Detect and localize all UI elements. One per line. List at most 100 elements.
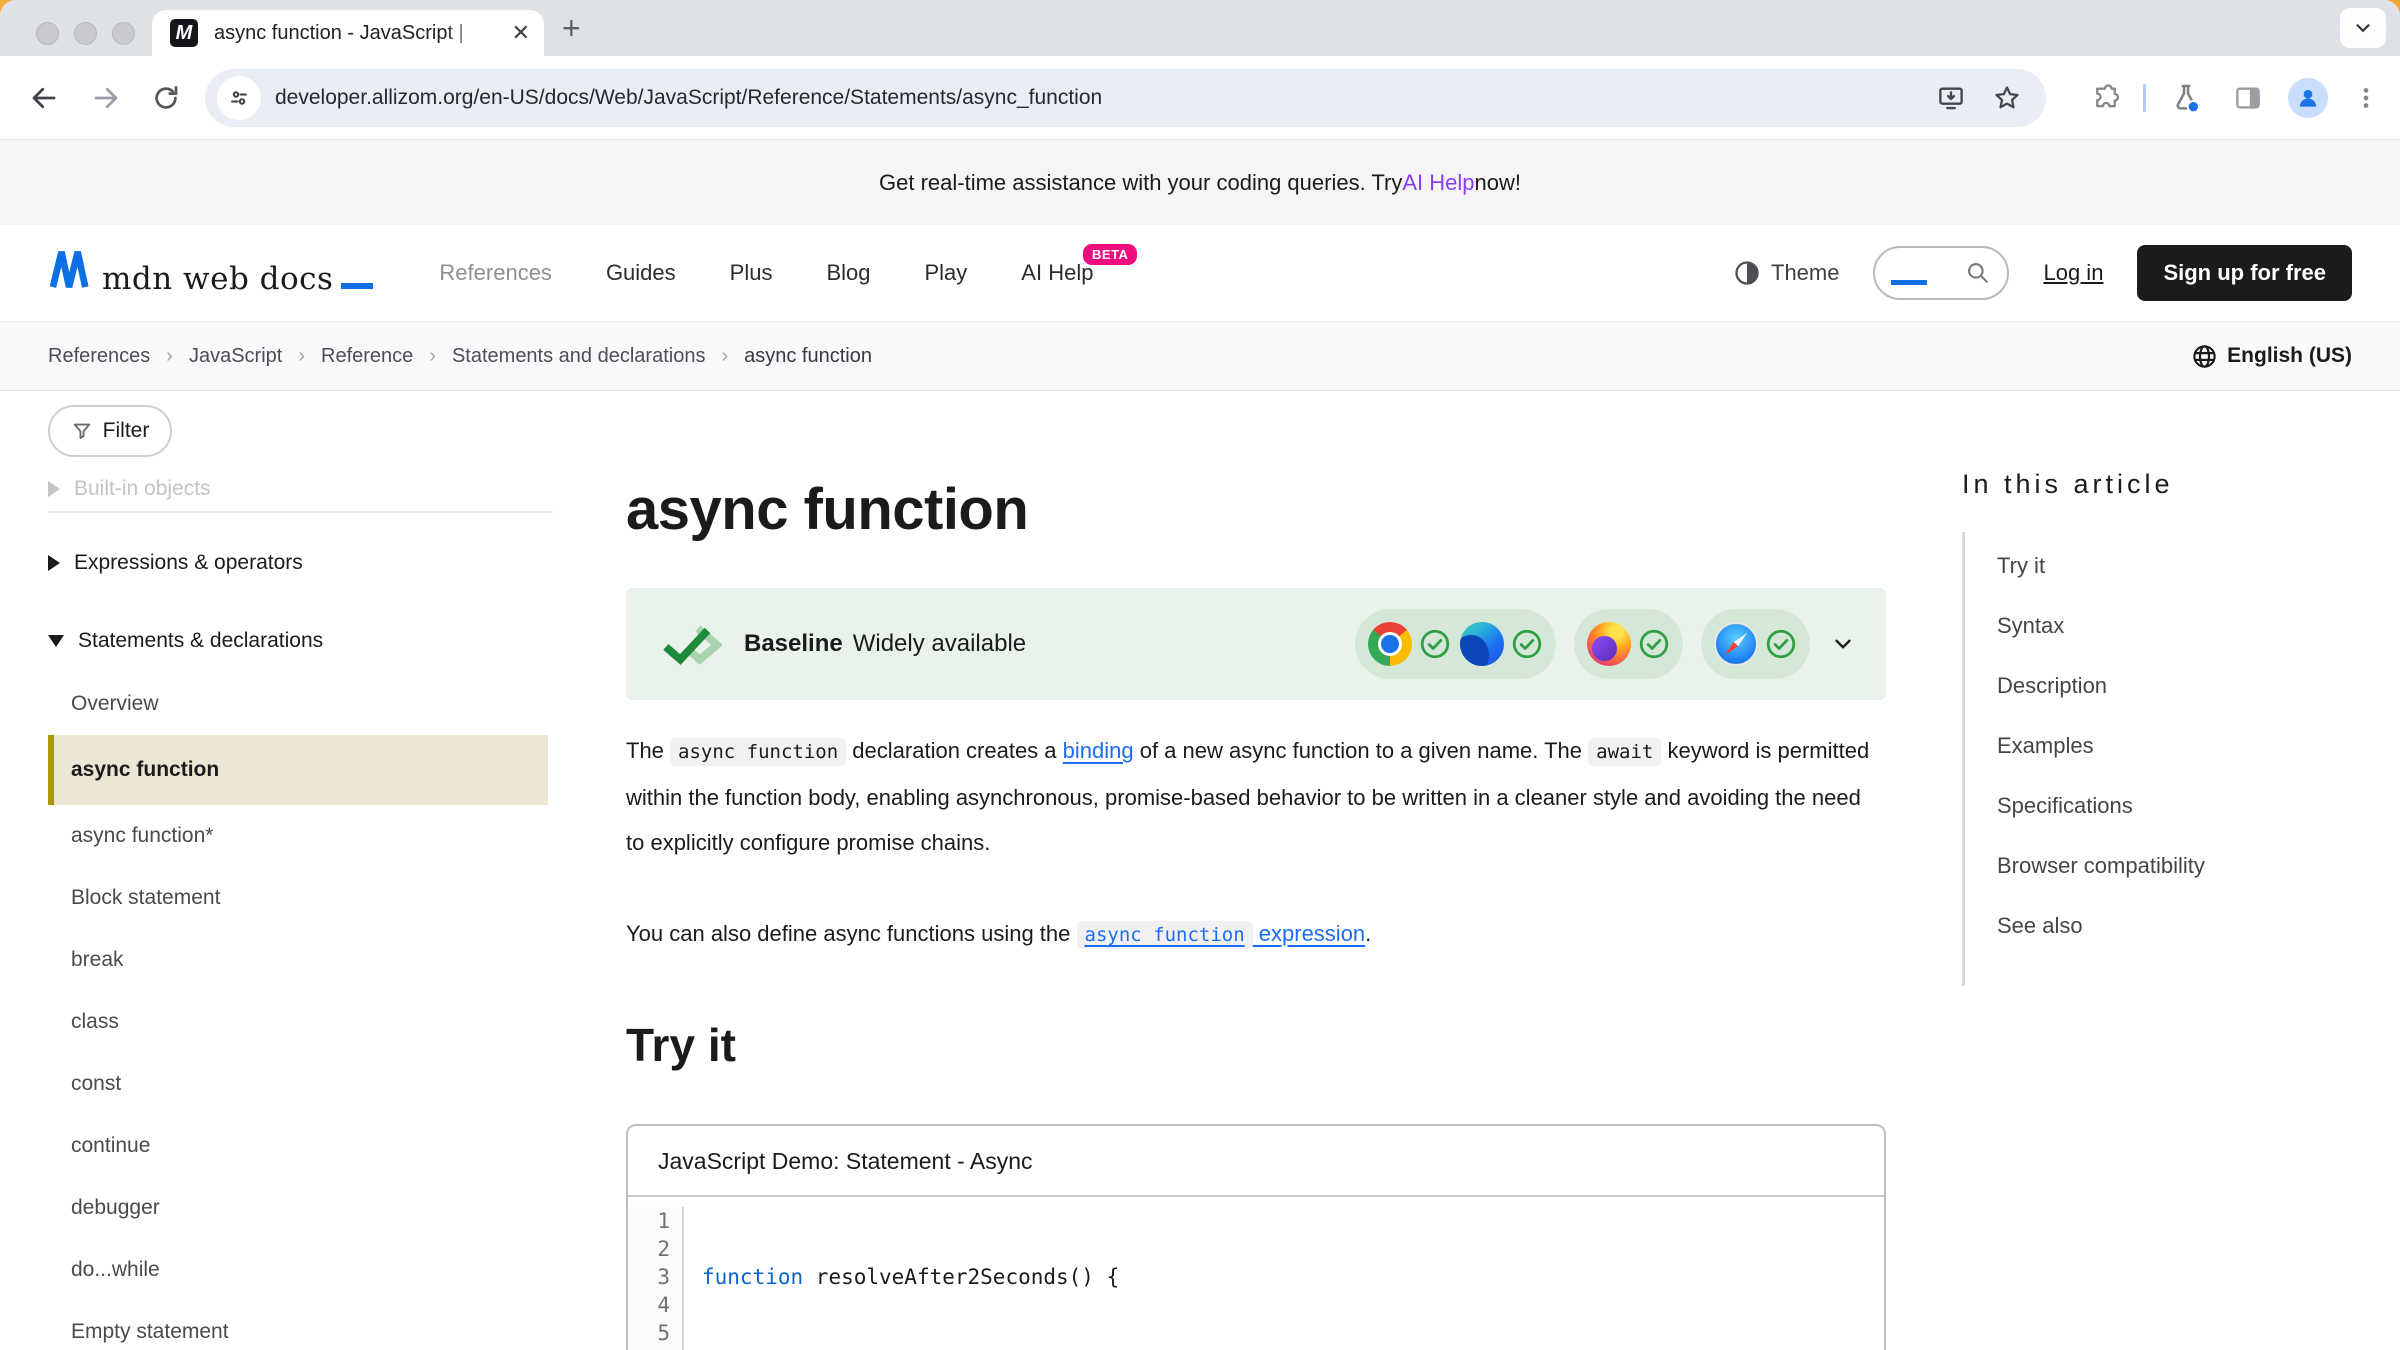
sidebar-item-debugger[interactable]: debugger	[48, 1177, 600, 1239]
sidebar-filter-button[interactable]: Filter	[48, 405, 172, 457]
sidebar-item-class[interactable]: class	[48, 991, 600, 1053]
reload-button[interactable]	[148, 80, 184, 116]
window-minimize-button[interactable]	[74, 22, 97, 45]
install-app-icon[interactable]	[1936, 83, 1966, 113]
window-zoom-button[interactable]	[112, 22, 135, 45]
edge-icon	[1460, 622, 1504, 666]
demo-title: JavaScript Demo: Statement - Async	[628, 1126, 1884, 1197]
forward-button[interactable]	[88, 80, 124, 116]
search-input[interactable]	[1873, 246, 2009, 300]
new-tab-button[interactable]: +	[562, 12, 581, 44]
code-editor[interactable]: 1 2 3 4 5 6 function resolveAfter2Second…	[628, 1197, 1884, 1350]
breadcrumb-bar: References › JavaScript › Reference › St…	[0, 321, 2400, 391]
chevron-down-icon	[2352, 17, 2374, 39]
sidebar-section-builtin-objects[interactable]: Built-in objects	[48, 469, 600, 509]
sidebar-section-expressions[interactable]: Expressions & operators	[48, 539, 600, 587]
toc-item-browser-compatibility[interactable]: Browser compatibility	[1997, 836, 2372, 896]
inline-code: await	[1588, 738, 1661, 766]
nav-plus[interactable]: Plus	[730, 260, 773, 286]
sidebar-item-const[interactable]: const	[48, 1053, 600, 1115]
toc-item-specifications[interactable]: Specifications	[1997, 776, 2372, 836]
ai-help-promo-link[interactable]: AI Help	[1402, 170, 1474, 196]
puzzle-icon	[2091, 83, 2121, 113]
sidebar-item-async-function-star[interactable]: async function*	[48, 805, 600, 867]
extensions-button[interactable]	[2088, 80, 2124, 116]
check-icon	[1419, 628, 1451, 660]
code-lines[interactable]: function resolveAfter2Seconds() { return…	[684, 1207, 1145, 1350]
nav-play[interactable]: Play	[925, 260, 968, 286]
toc-item-syntax[interactable]: Syntax	[1997, 596, 2372, 656]
mdn-logo[interactable]: mdn web docs	[48, 249, 373, 297]
url-text[interactable]: developer.allizom.org/en-US/docs/Web/Jav…	[275, 86, 1102, 110]
site-header: mdn web docs References Guides Plus Blog…	[0, 225, 2400, 321]
sidebar-item-continue[interactable]: continue	[48, 1115, 600, 1177]
binding-link[interactable]: binding	[1063, 738, 1134, 763]
chromium-support-pill	[1355, 609, 1556, 679]
back-button[interactable]	[26, 80, 62, 116]
forward-arrow-icon	[91, 83, 121, 113]
filter-funnel-icon	[71, 420, 93, 442]
toc-item-see-also[interactable]: See also	[1997, 896, 2372, 956]
back-arrow-icon	[29, 83, 59, 113]
tune-icon	[227, 86, 251, 110]
breadcrumb-references[interactable]: References	[48, 345, 150, 368]
async-function-expression-link[interactable]: async function expression	[1077, 921, 1366, 946]
toolbar-divider	[2143, 84, 2146, 112]
side-panel-button[interactable]	[2230, 80, 2266, 116]
tab-close-icon[interactable]: ✕	[512, 22, 530, 44]
sidebar-item-break[interactable]: break	[48, 929, 600, 991]
breadcrumb-separator: ›	[429, 345, 436, 368]
browser-tab[interactable]: M async function - JavaScript | ✕	[152, 10, 544, 56]
expanded-arrow-icon	[48, 635, 64, 647]
sidebar-item-block-statement[interactable]: Block statement	[48, 867, 600, 929]
promo-text-after: now!	[1475, 170, 1521, 196]
sidebar-item-empty-statement[interactable]: Empty statement	[48, 1301, 600, 1350]
nav-blog[interactable]: Blog	[826, 260, 870, 286]
language-selector[interactable]: English (US)	[2191, 343, 2352, 370]
nav-guides[interactable]: Guides	[606, 260, 676, 286]
tab-search-button[interactable]	[2340, 8, 2386, 48]
address-bar[interactable]: developer.allizom.org/en-US/docs/Web/Jav…	[205, 69, 2046, 127]
chevron-down-icon[interactable]	[1830, 631, 1856, 657]
site-settings-button[interactable]	[217, 76, 261, 120]
window-close-button[interactable]	[36, 22, 59, 45]
main-nav: References Guides Plus Blog Play AI Help…	[439, 260, 1093, 286]
sidebar-divider	[48, 511, 553, 513]
breadcrumb-statements[interactable]: Statements and declarations	[452, 345, 706, 368]
theme-icon	[1733, 259, 1761, 287]
breadcrumb-reference[interactable]: Reference	[321, 345, 413, 368]
firefox-icon	[1587, 622, 1631, 666]
table-of-contents: In this article Try it Syntax Descriptio…	[1962, 391, 2372, 986]
sidebar-section-statements[interactable]: Statements & declarations	[48, 617, 600, 665]
toc-item-try-it[interactable]: Try it	[1997, 536, 2372, 596]
breadcrumb-separator: ›	[166, 345, 173, 368]
tryit-heading: Try it	[626, 1018, 1886, 1072]
experiments-button[interactable]	[2168, 80, 2204, 116]
sidebar-item-overview[interactable]: Overview	[48, 673, 600, 735]
search-icon[interactable]	[1965, 260, 1991, 286]
promo-banner: Get real-time assistance with your codin…	[0, 140, 2400, 225]
reload-icon	[151, 83, 181, 113]
baseline-banner[interactable]: BaselineWidely available	[626, 588, 1886, 700]
login-link[interactable]: Log in	[2043, 260, 2103, 286]
bookmark-star-icon[interactable]	[1992, 83, 2022, 113]
window-controls	[36, 22, 135, 45]
nav-references[interactable]: References	[439, 260, 552, 286]
code-line[interactable]: function resolveAfter2Seconds() {	[702, 1263, 1145, 1291]
breadcrumb-current[interactable]: async function	[744, 345, 872, 368]
breadcrumb-javascript[interactable]: JavaScript	[189, 345, 282, 368]
profile-button[interactable]	[2288, 78, 2328, 118]
sidebar-item-do-while[interactable]: do...while	[48, 1239, 600, 1301]
nav-ai-help[interactable]: AI HelpBETA	[1021, 260, 1093, 286]
signup-button[interactable]: Sign up for free	[2137, 245, 2352, 301]
browser-menu-button[interactable]	[2348, 80, 2384, 116]
second-paragraph: You can also define async functions usin…	[626, 911, 1878, 958]
theme-toggle[interactable]: Theme	[1733, 259, 1839, 287]
baseline-status: BaselineWidely available	[744, 630, 1026, 658]
toc-item-examples[interactable]: Examples	[1997, 716, 2372, 776]
sidebar-item-async-function[interactable]: async function	[48, 735, 548, 805]
toc-item-description[interactable]: Description	[1997, 656, 2372, 716]
intro-paragraph: The async function declaration creates a…	[626, 728, 1878, 865]
safari-support-pill	[1701, 609, 1810, 679]
logo-underscore	[341, 283, 373, 289]
